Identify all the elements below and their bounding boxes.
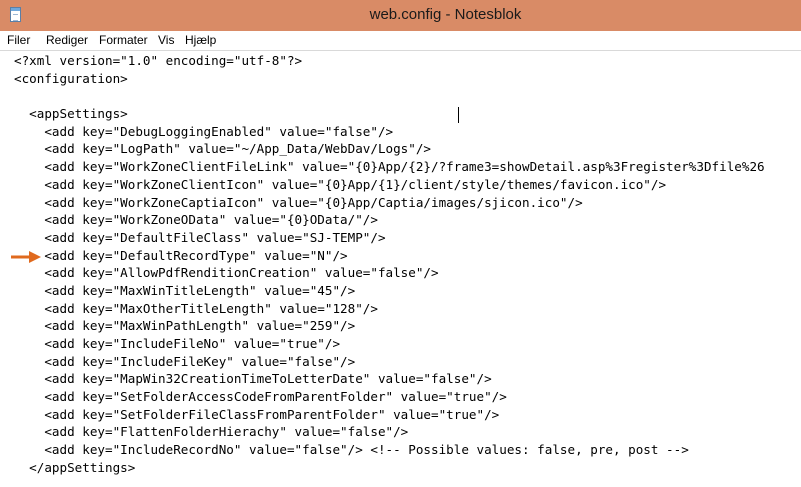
menu-bar: Filer Rediger Formater Vis Hjælp <box>0 31 801 50</box>
code-line: <add key="WorkZoneClientIcon" value="{0}… <box>14 176 667 192</box>
code-line: <add key="MapWin32CreationTimeToLetterDa… <box>14 371 492 387</box>
code-line: <add key="IncludeFileKey" value="false"/… <box>14 353 356 369</box>
code-line: <add key="MaxWinPathLength" value="259"/… <box>14 318 356 334</box>
menu-view[interactable]: Vis <box>158 33 174 47</box>
menu-separator <box>0 50 801 51</box>
text-editor[interactable]: <?xml version="1.0" encoding="utf-8"?> <c… <box>14 52 801 487</box>
arrow-right-icon <box>11 251 41 263</box>
menu-format[interactable]: Formater <box>99 33 148 47</box>
code-line: <add key="DefaultFileClass" value="SJ-TE… <box>14 229 386 245</box>
code-line: <add key="DebugLoggingEnabled" value="fa… <box>14 123 394 139</box>
code-line: <add key="LogPath" value="~/App_Data/Web… <box>14 141 432 157</box>
notepad-window: web.config - Notesblok Filer Rediger For… <box>0 0 801 487</box>
code-line: <configuration> <box>14 70 128 86</box>
code-line: <add key="IncludeRecordNo" value="false"… <box>14 442 689 458</box>
code-line: <add key="WorkZoneClientFileLink" value=… <box>14 159 765 175</box>
code-line: <add key="WorkZoneCaptiaIcon" value="{0}… <box>14 194 583 210</box>
code-line: <appSettings> <box>14 106 128 122</box>
code-line: <add key="FlattenFolderHierachy" value="… <box>14 424 409 440</box>
code-line: <add key="AllowPdfRenditionCreation" val… <box>14 265 439 281</box>
code-line: <add key="IncludeFileNo" value="true"/> <box>14 336 341 351</box>
title-bar[interactable]: web.config - Notesblok <box>0 0 801 31</box>
code-line: <add key="SetFolderAccessCodeFromParentF… <box>14 389 507 405</box>
menu-help[interactable]: Hjælp <box>185 33 216 47</box>
code-line: <add key="SetFolderFileClassFromParentFo… <box>14 406 500 422</box>
code-line: <add key="MaxOtherTitleLength" value="12… <box>14 300 378 316</box>
text-caret <box>458 107 459 123</box>
code-line: <add key="MaxWinTitleLength" value="45"/… <box>14 282 356 298</box>
window-title: web.config - Notesblok <box>369 6 522 23</box>
menu-edit[interactable]: Rediger <box>46 33 88 47</box>
menu-file[interactable]: Filer <box>7 33 30 47</box>
code-line: </appSettings> <box>14 459 136 475</box>
code-line: <add key="DefaultRecordType" value="N"/> <box>14 247 348 263</box>
code-line: <?xml version="1.0" encoding="utf-8"?> <box>14 53 303 68</box>
code-line: <add key="WorkZoneOData" value="{0}OData… <box>14 212 378 228</box>
